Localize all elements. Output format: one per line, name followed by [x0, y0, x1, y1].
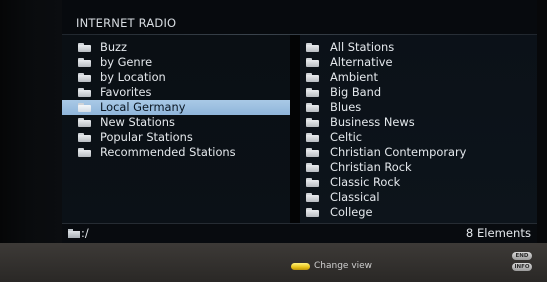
info-key-button[interactable]: INFO	[512, 263, 532, 271]
category-item-popular-stations[interactable]: Popular Stations	[62, 130, 290, 145]
station-item-classical[interactable]: Classical	[300, 190, 537, 205]
footer-bar	[0, 243, 547, 282]
category-label: Favorites	[100, 85, 152, 99]
left-margin	[0, 0, 62, 243]
station-item-ambient[interactable]: Ambient	[300, 70, 537, 85]
folder-icon	[78, 58, 91, 67]
station-item-college[interactable]: College	[300, 205, 537, 220]
folder-icon	[306, 58, 319, 67]
category-label: Buzz	[100, 40, 127, 54]
folder-icon	[78, 118, 91, 127]
station-item-business-news[interactable]: Business News	[300, 115, 537, 130]
station-label: Alternative	[330, 55, 393, 69]
category-label: New Stations	[100, 115, 175, 129]
page-title: INTERNET RADIO	[76, 16, 177, 30]
station-label: Big Band	[330, 85, 382, 99]
right-margin	[537, 0, 547, 243]
station-item-blues[interactable]: Blues	[300, 100, 537, 115]
station-label: Christian Rock	[330, 160, 412, 174]
station-item-christian-contemporary[interactable]: Christian Contemporary	[300, 145, 537, 160]
folder-icon	[306, 73, 319, 82]
category-label: by Genre	[100, 55, 153, 69]
station-item-all-stations[interactable]: All Stations	[300, 40, 537, 55]
category-label: Popular Stations	[100, 130, 193, 144]
element-count: 8 Elements	[465, 226, 531, 240]
station-label: All Stations	[330, 40, 395, 54]
category-label: by Location	[100, 70, 166, 84]
folder-path-icon	[68, 229, 80, 238]
category-label: Local Germany	[100, 100, 186, 114]
station-label: Blues	[330, 100, 362, 114]
folder-icon	[78, 88, 91, 97]
end-key-button[interactable]: END	[512, 252, 532, 260]
yellow-key-icon	[291, 263, 310, 270]
station-item-alternative[interactable]: Alternative	[300, 55, 537, 70]
folder-icon	[78, 148, 91, 157]
folder-icon	[306, 43, 319, 52]
category-item-new-stations[interactable]: New Stations	[62, 115, 290, 130]
station-label: Christian Contemporary	[330, 145, 467, 159]
station-item-christian-rock[interactable]: Christian Rock	[300, 160, 537, 175]
tv-menu-screen: INTERNET RADIO Buzz by Genre by Location…	[0, 0, 547, 282]
station-label: Classical	[330, 190, 380, 204]
station-label: Ambient	[330, 70, 378, 84]
folder-icon	[306, 148, 319, 157]
folder-icon	[306, 193, 319, 202]
station-label: Celtic	[330, 130, 363, 144]
folder-icon	[306, 163, 319, 172]
category-item-by-genre[interactable]: by Genre	[62, 55, 290, 70]
station-item-big-band[interactable]: Big Band	[300, 85, 537, 100]
folder-icon	[306, 208, 319, 217]
current-path: :/	[81, 226, 89, 240]
category-item-by-location[interactable]: by Location	[62, 70, 290, 85]
category-item-favorites[interactable]: Favorites	[62, 85, 290, 100]
column-divider	[290, 35, 300, 223]
station-item-celtic[interactable]: Celtic	[300, 130, 537, 145]
folder-icon	[306, 88, 319, 97]
folder-icon	[306, 103, 319, 112]
folder-icon	[78, 133, 91, 142]
category-label: Recommended Stations	[100, 145, 236, 159]
change-view-hint[interactable]: Change view	[314, 261, 372, 271]
category-item-recommended-stations[interactable]: Recommended Stations	[62, 145, 290, 160]
category-list: Buzz by Genre by Location Favorites Loca…	[62, 40, 290, 160]
station-label: Classic Rock	[330, 175, 401, 189]
station-list: All Stations Alternative Ambient Big Ban…	[300, 40, 537, 220]
folder-icon	[306, 178, 319, 187]
folder-icon	[78, 43, 91, 52]
folder-icon	[306, 133, 319, 142]
category-item-local-germany[interactable]: Local Germany	[62, 100, 290, 115]
station-item-classic-rock[interactable]: Classic Rock	[300, 175, 537, 190]
folder-icon	[306, 118, 319, 127]
folder-icon	[78, 73, 91, 82]
category-item-buzz[interactable]: Buzz	[62, 40, 290, 55]
station-label: College	[330, 205, 373, 219]
station-label: Business News	[330, 115, 415, 129]
folder-icon	[78, 103, 91, 112]
